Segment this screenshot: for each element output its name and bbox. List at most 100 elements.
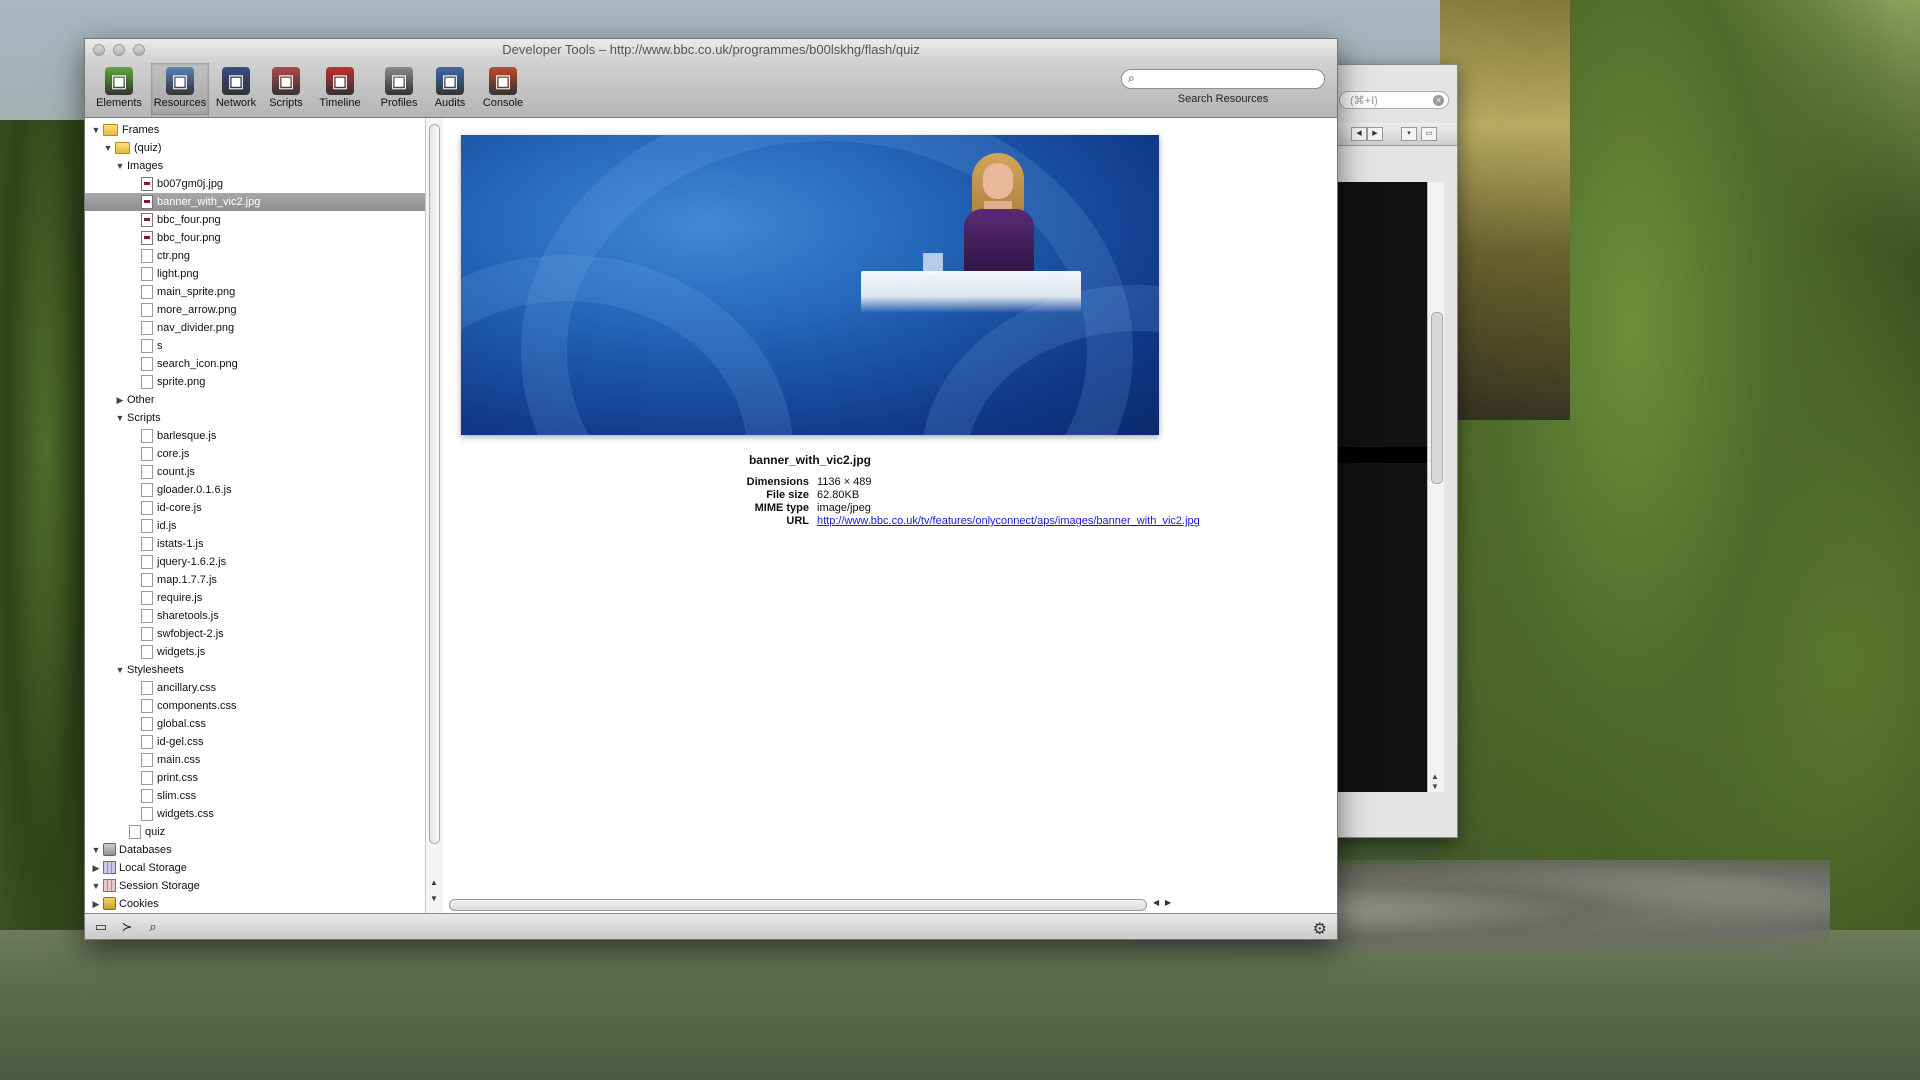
tab-elements[interactable]: ▣ Elements <box>91 63 147 115</box>
banner-image-preview <box>461 135 1159 435</box>
disclosure-open-icon[interactable]: ▼ <box>115 409 125 427</box>
background-window[interactable]: (⌘+I) × ◀ ▶ ▾ ▭ ▲ ▼ <box>1320 64 1458 838</box>
tree-item[interactable]: gloader.0.1.6.js <box>85 481 425 499</box>
resources-sidebar[interactable]: ▼ Frames ▼ (quiz) ▼ Images b007gm0j.jpg banner_… <box>85 118 426 913</box>
scroll-down-icon[interactable]: ▼ <box>1431 782 1439 791</box>
tree-item-label: bbc_four.png <box>157 232 221 244</box>
tree-item[interactable]: quiz <box>85 823 425 841</box>
disclosure-open-icon[interactable]: ▼ <box>91 841 101 859</box>
tree-item[interactable]: count.js <box>85 463 425 481</box>
sidebar-scrollbar-thumb[interactable] <box>429 124 440 844</box>
disclosure-closed-icon[interactable]: ▶ <box>91 895 101 913</box>
tree-item[interactable]: istats-1.js <box>85 535 425 553</box>
tree-item-label: swfobject-2.js <box>157 628 224 640</box>
tree-item[interactable]: id-gel.css <box>85 733 425 751</box>
tree-item[interactable]: main_sprite.png <box>85 283 425 301</box>
tree-item[interactable]: require.js <box>85 589 425 607</box>
tree-item-label: Local Storage <box>119 862 187 874</box>
tree-item[interactable]: ▼ Stylesheets <box>85 661 425 679</box>
tab-network[interactable]: ▣ Network <box>209 63 263 115</box>
tree-item[interactable]: main.css <box>85 751 425 769</box>
tab-scripts[interactable]: ▣ Scripts <box>265 63 307 115</box>
tree-item[interactable]: barlesque.js <box>85 427 425 445</box>
forward-arrow-icon[interactable]: ▶ <box>1367 127 1383 141</box>
show-console-icon[interactable]: ≻ <box>115 917 139 937</box>
tree-item[interactable]: ▼ Databases <box>85 841 425 859</box>
tab-console[interactable]: ▣ Console <box>477 63 529 115</box>
disclosure-closed-icon[interactable]: ▶ <box>91 859 101 877</box>
tree-item[interactable]: ▼ Frames <box>85 121 425 139</box>
background-scrollbar-thumb[interactable] <box>1431 312 1443 484</box>
tree-item[interactable]: sprite.png <box>85 373 425 391</box>
search-resources-input[interactable]: ⌕ <box>1121 69 1325 89</box>
background-search-field[interactable]: (⌘+I) × <box>1339 91 1449 109</box>
tree-item[interactable]: components.css <box>85 697 425 715</box>
window-icon[interactable]: ▭ <box>1421 127 1437 141</box>
disclosure-closed-icon[interactable]: ▶ <box>115 391 125 409</box>
tree-item[interactable]: widgets.js <box>85 643 425 661</box>
tree-item[interactable]: bbc_four.png <box>85 229 425 247</box>
tree-item[interactable]: core.js <box>85 445 425 463</box>
close-window-icon[interactable] <box>93 44 105 56</box>
tree-item-label: sharetools.js <box>157 610 219 622</box>
back-arrow-icon[interactable]: ◀ <box>1351 127 1367 141</box>
tree-item[interactable]: ctr.png <box>85 247 425 265</box>
tree-item[interactable]: ▶ Local Storage <box>85 859 425 877</box>
horizontal-scrollbar-track[interactable] <box>449 899 1147 911</box>
magnifier-icon[interactable]: ⌕ <box>141 917 165 937</box>
image-url-link[interactable]: http://www.bbc.co.uk/tv/features/onlycon… <box>817 515 1200 527</box>
file-icon <box>141 249 153 263</box>
tree-item[interactable]: print.css <box>85 769 425 787</box>
tree-item[interactable]: id.js <box>85 517 425 535</box>
tree-item[interactable]: jquery-1.6.2.js <box>85 553 425 571</box>
tab-resources[interactable]: ▣ Resources <box>151 63 209 115</box>
tree-item-label: print.css <box>157 772 198 784</box>
disclosure-open-icon[interactable]: ▼ <box>115 157 125 175</box>
tree-item[interactable]: sharetools.js <box>85 607 425 625</box>
clear-search-icon[interactable]: × <box>1433 95 1444 106</box>
tree-item[interactable]: light.png <box>85 265 425 283</box>
tree-item[interactable]: ▼ Scripts <box>85 409 425 427</box>
tree-item[interactable]: ▶ Other <box>85 391 425 409</box>
tree-item[interactable]: ▼ (quiz) <box>85 139 425 157</box>
image-filename: banner_with_vic2.jpg <box>748 453 872 467</box>
tree-item[interactable]: bbc_four.png <box>85 211 425 229</box>
scroll-left-icon[interactable]: ◀ <box>1153 898 1159 907</box>
tree-item[interactable]: s <box>85 337 425 355</box>
tree-item[interactable]: global.css <box>85 715 425 733</box>
disclosure-open-icon[interactable]: ▼ <box>91 121 101 139</box>
tab-timeline[interactable]: ▣ Timeline <box>309 63 371 115</box>
zoom-window-icon[interactable] <box>133 44 145 56</box>
sidebar-scroll-up-icon[interactable]: ▲ <box>430 878 438 887</box>
tab-audits[interactable]: ▣ Audits <box>427 63 473 115</box>
disclosure-open-icon[interactable]: ▼ <box>103 139 113 157</box>
tree-item[interactable]: id-core.js <box>85 499 425 517</box>
disclosure-open-icon[interactable]: ▼ <box>115 661 125 679</box>
tree-item[interactable]: b007gm0j.jpg <box>85 175 425 193</box>
tree-item[interactable]: more_arrow.png <box>85 301 425 319</box>
tree-item[interactable]: ▼ Session Storage <box>85 877 425 895</box>
minimize-window-icon[interactable] <box>113 44 125 56</box>
background-scrollbar[interactable]: ▲ ▼ <box>1427 182 1444 792</box>
title-bar[interactable]: Developer Tools – http://www.bbc.co.uk/p… <box>85 39 1337 61</box>
tab-profiles[interactable]: ▣ Profiles <box>375 63 423 115</box>
tree-item[interactable]: ▼ Images <box>85 157 425 175</box>
disclosure-open-icon[interactable]: ▼ <box>91 877 101 895</box>
tree-item[interactable]: widgets.css <box>85 805 425 823</box>
tree-item[interactable]: search_icon.png <box>85 355 425 373</box>
tree-item[interactable]: ▶ Cookies <box>85 895 425 913</box>
sidebar-scroll-down-icon[interactable]: ▼ <box>430 894 438 903</box>
tree-item[interactable]: swfobject-2.js <box>85 625 425 643</box>
horizontal-scrollbar[interactable]: ◀ ▶ <box>449 898 1171 911</box>
sidebar-scrollbar[interactable]: ▲ ▼ <box>425 118 443 913</box>
dock-window-icon[interactable]: ▭ <box>89 917 113 937</box>
dropdown-icon[interactable]: ▾ <box>1401 127 1417 141</box>
tree-item[interactable]: ancillary.css <box>85 679 425 697</box>
tree-item[interactable]: banner_with_vic2.jpg <box>85 193 425 211</box>
scroll-right-icon[interactable]: ▶ <box>1165 898 1171 907</box>
settings-gear-icon[interactable]: ⚙ <box>1313 919 1327 939</box>
tree-item[interactable]: nav_divider.png <box>85 319 425 337</box>
scroll-up-icon[interactable]: ▲ <box>1431 772 1439 781</box>
tree-item[interactable]: map.1.7.7.js <box>85 571 425 589</box>
tree-item[interactable]: slim.css <box>85 787 425 805</box>
